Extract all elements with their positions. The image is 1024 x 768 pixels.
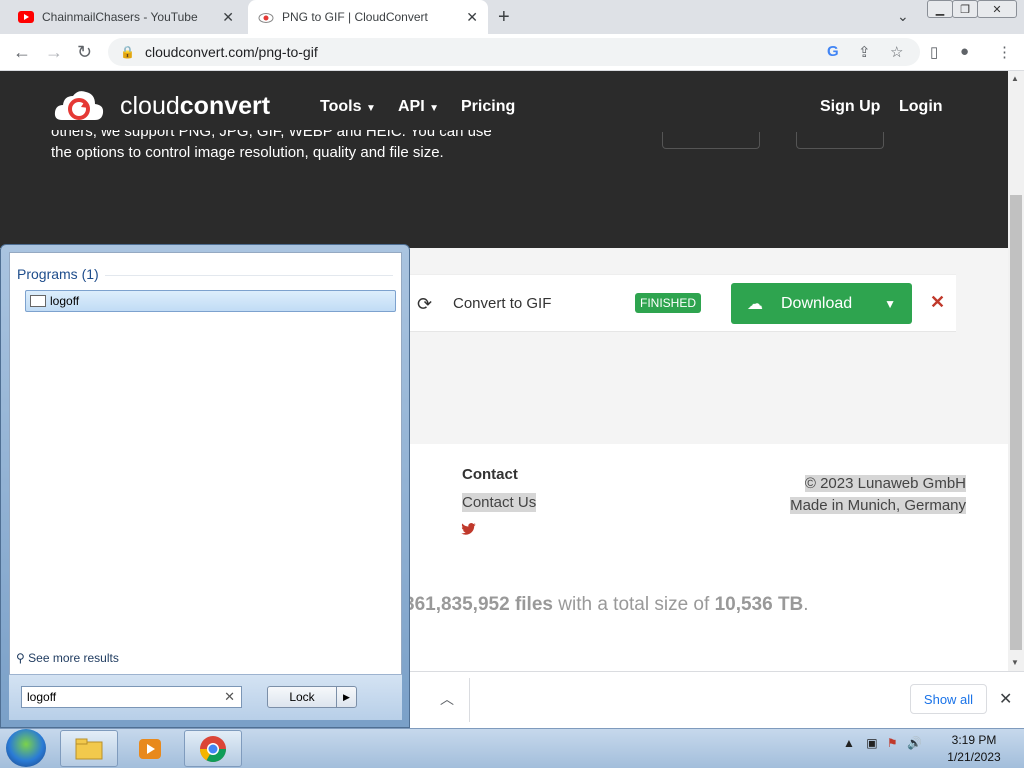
chevron-up-icon[interactable]: ︿ xyxy=(440,689,454,709)
magnifier-icon: ⚲ xyxy=(16,651,25,665)
close-window-icon[interactable]: ✕ xyxy=(977,0,1017,18)
cloudconvert-logo-icon[interactable] xyxy=(52,86,106,126)
nav-api[interactable]: API ▼ xyxy=(398,98,439,116)
close-tab-icon[interactable]: ✕ xyxy=(222,9,234,26)
contact-heading: Contact xyxy=(462,466,518,483)
stats-text: 361,835,952 files with a total size of 1… xyxy=(404,594,809,615)
start-button[interactable] xyxy=(6,729,46,767)
taskbar-clock[interactable]: 3:19 PM 1/21/2023 xyxy=(940,732,1008,766)
close-shelf-icon[interactable]: ✕ xyxy=(999,689,1012,709)
cloudconvert-icon xyxy=(258,9,274,25)
nav-signup[interactable]: Sign Up xyxy=(820,98,880,116)
lock-icon: 🔒 xyxy=(120,45,135,59)
scrollbar-thumb[interactable] xyxy=(1010,195,1022,650)
tab-youtube[interactable]: ChainmailChasers - YouTube ✕ xyxy=(8,0,244,34)
tab-title: ChainmailChasers - YouTube xyxy=(42,10,198,24)
network-icon[interactable]: ▣ xyxy=(866,736,877,750)
profile-icon[interactable]: ● xyxy=(960,43,969,60)
action-center-icon[interactable]: ⚑ xyxy=(887,736,898,750)
brand-name[interactable]: cloudconvert xyxy=(120,92,270,121)
power-options-arrow-icon[interactable]: ▶ xyxy=(336,687,356,707)
scroll-down-icon[interactable]: ▼ xyxy=(1011,658,1019,667)
start-search-input[interactable]: logoff ✕ xyxy=(21,686,242,708)
explorer-taskbar-icon[interactable] xyxy=(60,730,118,767)
chevron-down-icon[interactable]: ▼ xyxy=(884,297,896,311)
shelf-divider xyxy=(469,678,470,722)
convert-label: Convert to GIF xyxy=(453,295,552,312)
chevron-down-icon: ▼ xyxy=(429,103,440,114)
url-text: cloudconvert.com/png-to-gif xyxy=(144,44,318,60)
reload-icon[interactable]: ↻ xyxy=(77,42,92,63)
new-tab-icon[interactable]: + xyxy=(498,6,510,29)
nav-tools[interactable]: Tools ▼ xyxy=(320,98,376,116)
hero-description: others, we support PNG, JPG, GIF, WEBP a… xyxy=(51,130,492,161)
refresh-icon: ⟳ xyxy=(417,294,433,314)
hero-option-button[interactable] xyxy=(796,132,884,149)
cloud-download-icon: ☁ xyxy=(747,295,763,313)
scroll-up-icon[interactable]: ▲ xyxy=(1011,74,1019,83)
share-icon[interactable]: ⇪ xyxy=(858,43,871,61)
divider xyxy=(105,275,393,276)
chevron-down-icon: ▼ xyxy=(365,103,376,114)
address-bar[interactable]: 🔒 cloudconvert.com/png-to-gif xyxy=(108,38,920,66)
tab-title: PNG to GIF | CloudConvert xyxy=(282,10,428,24)
program-icon xyxy=(30,295,46,307)
youtube-icon xyxy=(18,9,34,25)
see-more-results-link[interactable]: ⚲ See more results xyxy=(16,651,119,665)
download-button[interactable]: ☁ Download ▼ xyxy=(731,283,912,324)
restore-icon[interactable]: ❐ xyxy=(952,0,978,18)
copyright: © 2023 Lunaweb GmbH Made in Munich, Germ… xyxy=(790,475,966,514)
remove-file-icon[interactable]: ✕ xyxy=(930,292,945,313)
nav-login[interactable]: Login xyxy=(899,98,943,116)
twitter-icon[interactable] xyxy=(461,522,476,538)
show-hidden-icons-icon[interactable]: ▲ xyxy=(843,736,855,750)
media-player-taskbar-icon[interactable] xyxy=(122,730,178,767)
tab-cloudconvert[interactable]: PNG to GIF | CloudConvert ✕ xyxy=(248,0,488,34)
hero-option-button[interactable] xyxy=(662,132,760,149)
show-all-button[interactable]: Show all xyxy=(910,684,987,714)
menu-kebab-icon[interactable]: ⋮ xyxy=(997,43,1012,61)
system-tray: ▲ ▣ ⚑ 🔊 xyxy=(843,736,922,750)
back-icon[interactable]: ← xyxy=(13,42,31,63)
tab-search-chevron-icon[interactable]: ⌄ xyxy=(897,8,909,25)
programs-heading: Programs (1) xyxy=(17,266,99,282)
bookmark-star-icon[interactable]: ☆ xyxy=(890,43,903,61)
status-badge: FINISHED xyxy=(635,293,702,313)
clear-search-icon[interactable]: ✕ xyxy=(224,689,235,705)
forward-icon[interactable]: → xyxy=(45,42,63,63)
start-menu-results xyxy=(9,252,402,720)
close-tab-icon[interactable]: ✕ xyxy=(466,9,478,26)
side-panel-icon[interactable]: ▯ xyxy=(930,43,938,61)
chrome-taskbar-icon[interactable] xyxy=(184,730,242,767)
program-item-logoff[interactable]: logoff xyxy=(25,290,396,312)
nav-pricing[interactable]: Pricing xyxy=(461,98,515,116)
volume-icon[interactable]: 🔊 xyxy=(907,736,922,750)
contact-us-link[interactable]: Contact Us xyxy=(462,493,537,512)
google-lens-icon[interactable]: G xyxy=(827,43,839,60)
lock-button[interactable]: Lock ▶ xyxy=(267,686,357,708)
minimize-icon[interactable]: ▁ xyxy=(927,0,953,18)
